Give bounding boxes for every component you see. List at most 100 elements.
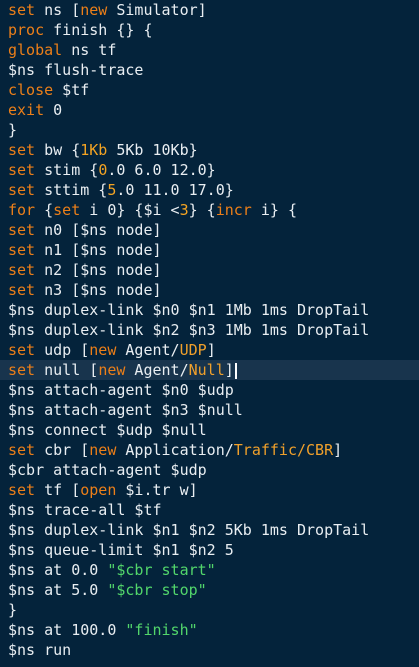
code-line[interactable]: $ns duplex-link $n2 $n3 1Mb 1ms DropTail xyxy=(0,320,419,340)
code-token: } { xyxy=(188,201,216,219)
code-token: ] xyxy=(224,361,234,379)
text-cursor xyxy=(234,362,237,379)
code-token: set xyxy=(8,281,36,299)
code-token: null [ xyxy=(35,361,99,379)
code-line[interactable]: $ns at 5.0 "$cbr stop" xyxy=(0,580,419,600)
code-line[interactable]: $cbr attach-agent $udp xyxy=(0,460,419,480)
code-token: n2 [$ns node] xyxy=(35,261,162,279)
code-line[interactable]: set n2 [$ns node] xyxy=(0,260,419,280)
code-line[interactable]: set cbr [new Application/Traffic/CBR] xyxy=(0,440,419,460)
code-line[interactable]: set udp [new Agent/UDP] xyxy=(0,340,419,360)
code-line[interactable]: $ns connect $udp $null xyxy=(0,420,419,440)
code-token: 3 xyxy=(179,201,189,219)
code-token: finish {} { xyxy=(44,21,153,39)
code-token: 5Kb 10Kb} xyxy=(107,141,198,159)
code-line[interactable]: global ns tf xyxy=(0,40,419,60)
code-token: set xyxy=(8,241,36,259)
code-token: set xyxy=(8,221,36,239)
code-line[interactable]: $ns duplex-link $n0 $n1 1Mb 1ms DropTail xyxy=(0,300,419,320)
code-token: "$cbr stop" xyxy=(107,581,207,599)
code-token: ns [ xyxy=(35,1,81,19)
code-line[interactable]: $ns at 100.0 "finish" xyxy=(0,620,419,640)
code-editor[interactable]: set ns [new Simulator] proc finish {} {gl… xyxy=(0,0,419,667)
code-token: $cbr attach-agent $udp xyxy=(8,461,207,479)
code-token: udp [ xyxy=(35,341,90,359)
code-line[interactable]: close $tf xyxy=(0,80,419,100)
code-token: $ns queue-limit $n1 $n2 5 xyxy=(8,541,234,559)
code-token: global xyxy=(8,41,63,59)
code-line[interactable]: set sttim {5.0 11.0 17.0} xyxy=(0,180,419,200)
code-token: set xyxy=(8,181,36,199)
code-token: 1Kb xyxy=(80,141,108,159)
code-line[interactable]: $ns at 0.0 "$cbr start" xyxy=(0,560,419,580)
code-token: ns tf xyxy=(62,41,117,59)
code-token: "$cbr start" xyxy=(107,561,216,579)
code-line[interactable]: set null [new Agent/Null] xyxy=(0,360,419,380)
code-line[interactable]: proc finish {} { xyxy=(0,20,419,40)
code-line[interactable]: exit 0 xyxy=(0,100,419,120)
code-token: open xyxy=(80,481,117,499)
code-token: ] xyxy=(333,441,343,459)
code-line[interactable]: for {set i 0} {$i <3} {incr i} { xyxy=(0,200,419,220)
code-token: $ns attach-agent $n0 $udp xyxy=(8,381,234,399)
code-token: incr xyxy=(215,201,252,219)
code-token: tf [ xyxy=(35,481,81,499)
code-token: n0 [$ns node] xyxy=(35,221,162,239)
code-token: n1 [$ns node] xyxy=(35,241,162,259)
code-token: set xyxy=(8,341,36,359)
code-line[interactable]: set stim {0.0 6.0 12.0} xyxy=(0,160,419,180)
code-token: } xyxy=(8,121,18,139)
code-token: sttim { xyxy=(35,181,108,199)
code-line[interactable]: set tf [open $i.tr w] xyxy=(0,480,419,500)
code-token: proc xyxy=(8,21,45,39)
code-token: new xyxy=(89,441,117,459)
code-token: Application/ xyxy=(116,441,234,459)
code-token: $i.tr w] xyxy=(116,481,198,499)
code-line[interactable]: $ns attach-agent $n0 $udp xyxy=(0,380,419,400)
code-line[interactable]: } xyxy=(0,120,419,140)
code-token: set xyxy=(53,201,81,219)
code-token: n3 [$ns node] xyxy=(35,281,162,299)
code-token: Agent/ xyxy=(125,361,189,379)
code-token: "finish" xyxy=(125,621,198,639)
code-token: set xyxy=(8,161,36,179)
code-token: set xyxy=(8,441,36,459)
code-token: $ns at 100.0 xyxy=(8,621,126,639)
code-token: .0 11.0 17.0} xyxy=(116,181,234,199)
code-token: $ns run xyxy=(8,641,72,659)
code-token: set xyxy=(8,261,36,279)
code-token: set xyxy=(8,141,36,159)
code-token: set xyxy=(8,361,36,379)
code-token: new xyxy=(89,341,117,359)
code-token: Simulator] xyxy=(107,1,207,19)
code-line[interactable]: set n0 [$ns node] xyxy=(0,220,419,240)
code-token: $ns connect $udp $null xyxy=(8,421,207,439)
code-token: exit xyxy=(8,101,45,119)
code-line[interactable]: } xyxy=(0,600,419,620)
code-token: $ns attach-agent $n3 $null xyxy=(8,401,243,419)
code-line[interactable]: $ns run xyxy=(0,640,419,660)
code-line[interactable]: $ns attach-agent $n3 $null xyxy=(0,400,419,420)
code-line[interactable]: $ns flush-trace xyxy=(0,60,419,80)
code-token: 0 xyxy=(98,161,108,179)
code-line[interactable]: set ns [new Simulator] xyxy=(0,0,419,20)
code-token: Null xyxy=(188,361,225,379)
code-token: $tf xyxy=(53,81,90,99)
code-token: close xyxy=(8,81,54,99)
code-token: $ns duplex-link $n1 $n2 5Kb 1ms DropTail xyxy=(8,521,370,539)
code-token: i 0} {$i < xyxy=(80,201,180,219)
code-line[interactable]: $ns queue-limit $n1 $n2 5 xyxy=(0,540,419,560)
code-token: Traffic/CBR xyxy=(233,441,334,459)
code-token: set xyxy=(8,1,36,19)
code-token: 0 xyxy=(44,101,63,119)
code-token: Agent/ xyxy=(116,341,180,359)
code-line[interactable]: set n3 [$ns node] xyxy=(0,280,419,300)
code-token: ] xyxy=(206,341,216,359)
code-token: $ns at 5.0 xyxy=(8,581,108,599)
code-line[interactable]: set n1 [$ns node] xyxy=(0,240,419,260)
code-token: $ns trace-all $tf xyxy=(8,501,162,519)
code-token: for xyxy=(8,201,36,219)
code-line[interactable]: set bw {1Kb 5Kb 10Kb} xyxy=(0,140,419,160)
code-line[interactable]: $ns duplex-link $n1 $n2 5Kb 1ms DropTail xyxy=(0,520,419,540)
code-line[interactable]: $ns trace-all $tf xyxy=(0,500,419,520)
